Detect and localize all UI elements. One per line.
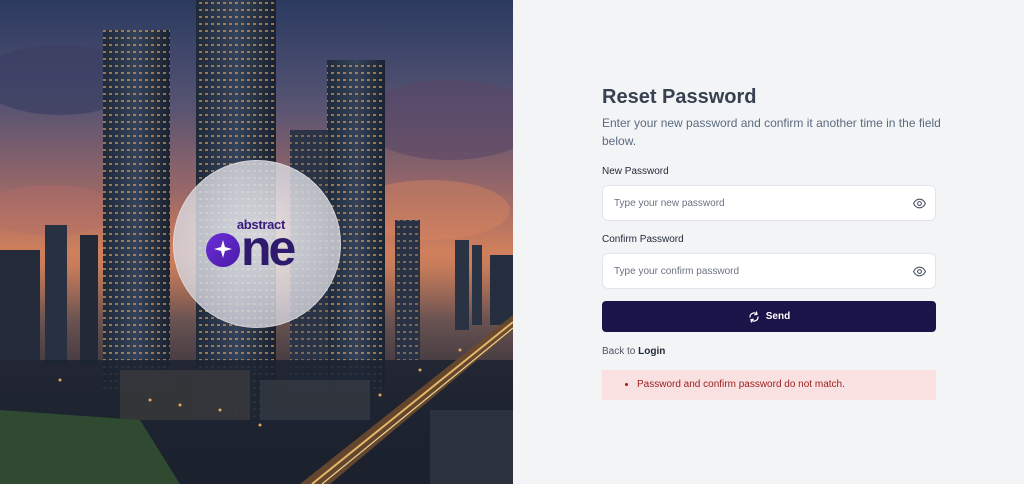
confirm-password-field [602,253,936,289]
login-link[interactable]: Login [638,346,665,357]
send-button-label: Send [765,311,791,322]
send-button[interactable]: Send [602,301,936,332]
logo-badge: abstract ne [173,160,341,328]
logo-o-mark [206,233,240,267]
eye-icon[interactable] [913,197,926,210]
back-to-login: Back to Login [602,346,665,357]
page-subtitle: Enter your new password and confirm it a… [602,116,941,148]
confirm-password-input[interactable] [603,254,904,288]
reset-password-page: abstract ne Reset Password Enter your ne… [0,0,1024,484]
refresh-icon [749,310,759,323]
back-prefix: Back to [602,346,636,357]
eye-icon[interactable] [913,265,926,278]
logo-wordmark-big: ne [241,220,296,276]
error-message: Password and confirm password do not mat… [637,379,936,390]
new-password-field [602,185,936,221]
new-password-label: New Password [602,166,669,177]
hero-image: abstract ne [0,0,513,484]
page-title: Reset Password [602,86,757,108]
form-panel: Reset Password Enter your new password a… [513,0,1024,484]
error-alert: Password and confirm password do not mat… [602,370,936,400]
confirm-password-label: Confirm Password [602,234,684,245]
error-list: Password and confirm password do not mat… [624,379,936,390]
sparkle-icon [214,240,232,258]
new-password-input[interactable] [603,186,904,220]
logo-wordmark: ne [206,220,296,276]
